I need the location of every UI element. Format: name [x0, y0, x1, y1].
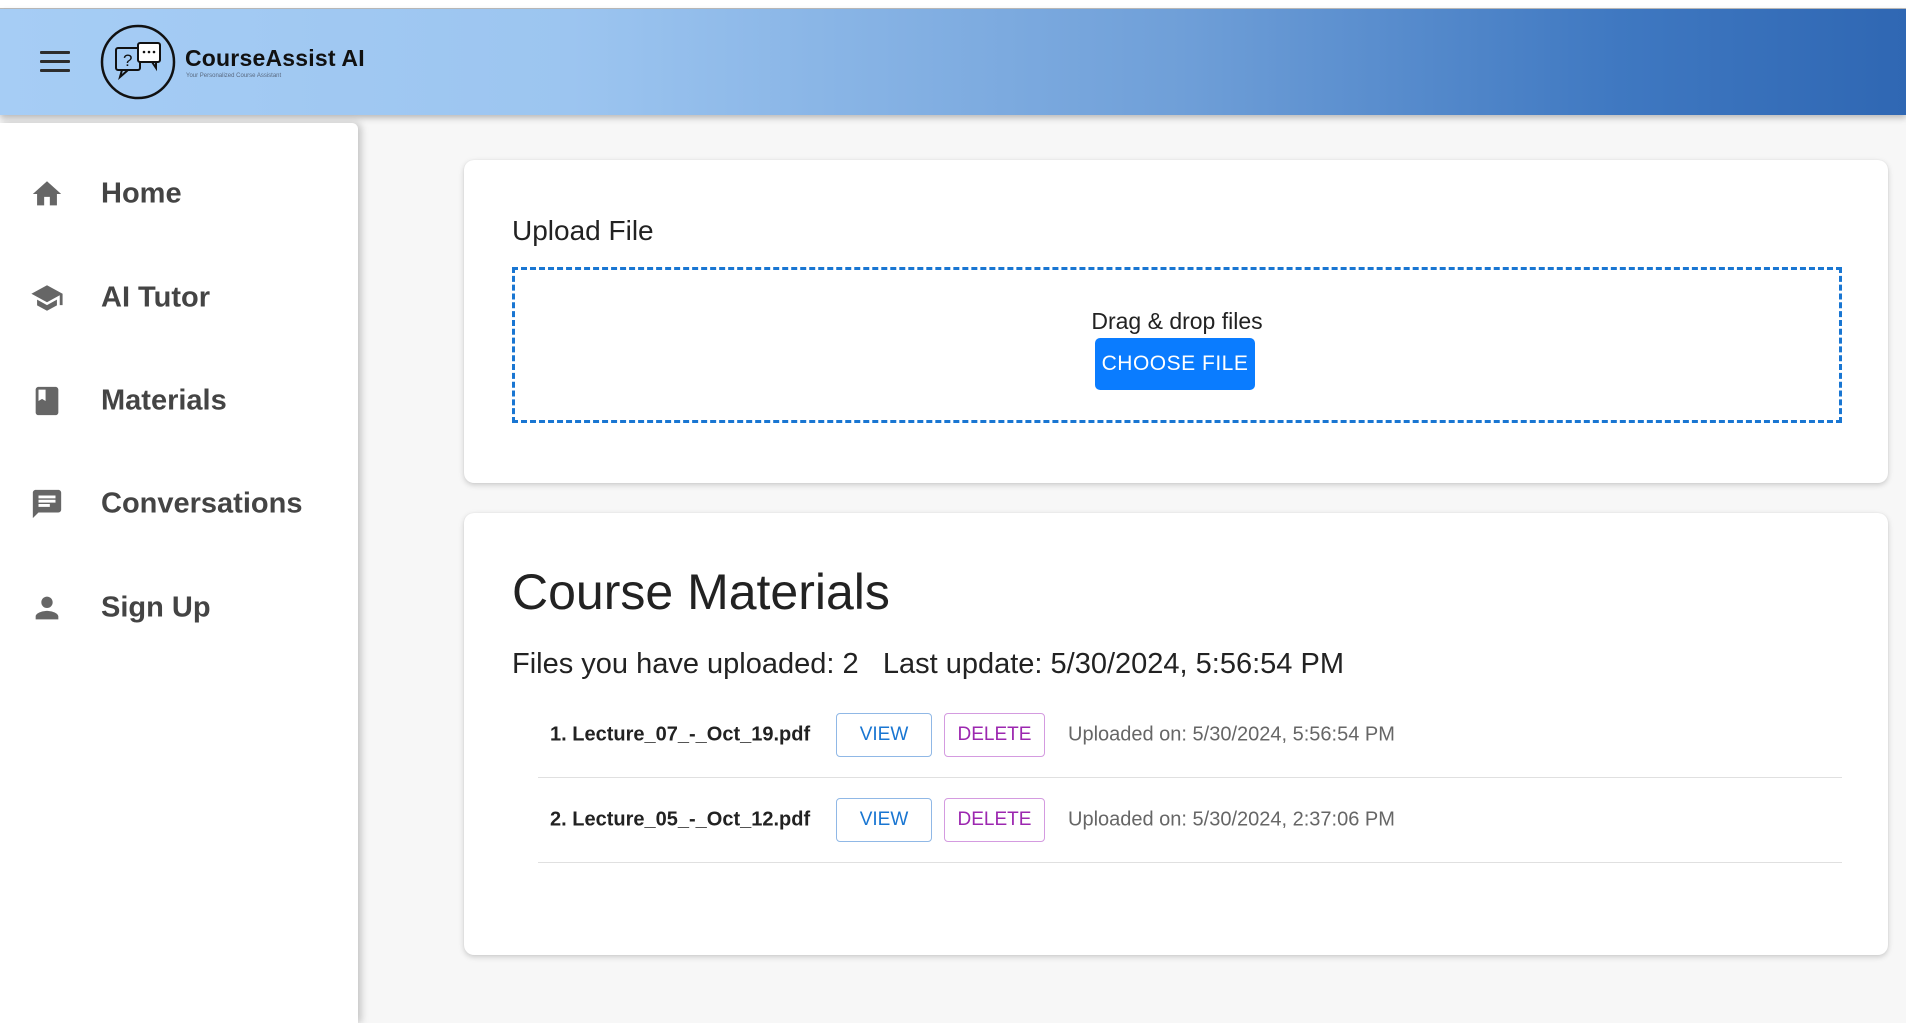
person-icon — [35, 596, 59, 620]
app-bar: ? CourseAssist AI Your Personalized Cour… — [0, 9, 1906, 115]
dropzone-text: Drag & drop files — [1091, 308, 1263, 334]
book-icon — [35, 386, 59, 416]
file-dropzone[interactable]: Drag & drop files CHOOSE FILE — [512, 267, 1842, 423]
file-name: 1. Lecture_07_-_Oct_19.pdf — [550, 723, 811, 746]
school-icon — [31, 285, 63, 311]
course-materials-card: Course Materials Files you have uploaded… — [464, 513, 1888, 955]
window-top-edge — [0, 0, 1906, 9]
list-item: 2. Lecture_05_-_Oct_12.pdf VIEW DELETE U… — [538, 778, 1842, 863]
home-icon — [32, 181, 62, 206]
view-button[interactable]: VIEW — [836, 713, 932, 757]
sidebar-item-label: Sign Up — [101, 591, 211, 624]
sidebar-item-label: Materials — [101, 384, 227, 417]
delete-button[interactable]: DELETE — [944, 713, 1045, 757]
page-title: Course Materials — [512, 564, 890, 620]
file-name: 2. Lecture_05_-_Oct_12.pdf — [550, 808, 811, 831]
sidebar-item-home[interactable]: Home — [0, 149, 358, 239]
sidebar-item-label: Home — [101, 177, 182, 210]
upload-date: Uploaded on: 5/30/2024, 5:56:54 PM — [1068, 723, 1395, 746]
sidebar: Home AI Tutor Materials Conversations Si… — [0, 123, 358, 1023]
sidebar-item-materials[interactable]: Materials — [0, 356, 358, 446]
brand-name: CourseAssist AI — [185, 45, 365, 71]
chat-icon — [32, 489, 62, 519]
brand-tagline: Your Personalized Course Assistant — [186, 73, 282, 79]
view-button[interactable]: VIEW — [836, 798, 932, 842]
choose-file-button[interactable]: CHOOSE FILE — [1095, 338, 1255, 390]
last-update-label: Last update: — [882, 648, 1043, 680]
files-count-label: Files you have uploaded: — [512, 648, 835, 680]
materials-summary: Files you have uploaded: 2 Last update: … — [512, 648, 1344, 681]
delete-button[interactable]: DELETE — [944, 798, 1045, 842]
svg-text:?: ? — [123, 51, 132, 70]
menu-icon[interactable] — [40, 51, 70, 73]
files-count: 2 — [842, 648, 859, 680]
last-update-value: 5/30/2024, 5:56:54 PM — [1050, 648, 1344, 680]
list-item: 1. Lecture_07_-_Oct_19.pdf VIEW DELETE U… — [538, 693, 1842, 778]
chat-question-logo: ? — [100, 24, 176, 100]
sidebar-item-label: Conversations — [101, 487, 303, 520]
upload-date: Uploaded on: 5/30/2024, 2:37:06 PM — [1068, 808, 1395, 831]
upload-title: Upload File — [512, 215, 654, 246]
upload-card: Upload File Drag & drop files CHOOSE FIL… — [464, 160, 1888, 483]
sidebar-item-sign-up[interactable]: Sign Up — [0, 563, 358, 653]
sidebar-item-conversations[interactable]: Conversations — [0, 459, 358, 549]
sidebar-item-ai-tutor[interactable]: AI Tutor — [0, 253, 358, 343]
sidebar-item-label: AI Tutor — [101, 281, 210, 314]
